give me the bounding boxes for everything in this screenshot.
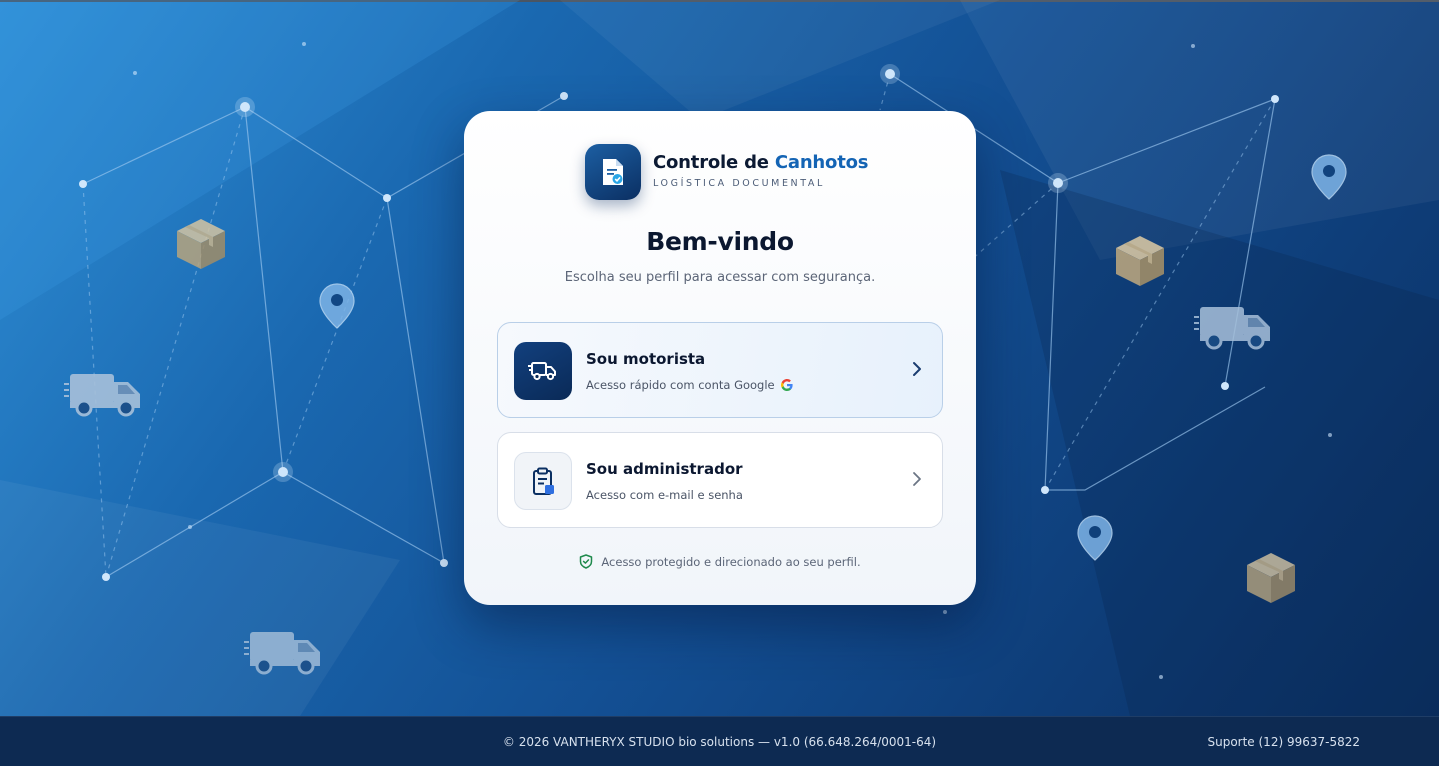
shield-check-icon [580,554,593,569]
security-note: Acesso protegido e direcionado ao seu pe… [464,554,976,569]
driver-option-description: Acesso rápido com conta Google [586,378,793,392]
chevron-right-icon [913,472,921,486]
security-note-text: Acesso protegido e direcionado ao seu pe… [601,555,861,569]
driver-login-button[interactable]: Sou motorista Acesso rápido com conta Go… [497,322,943,418]
app-logo [585,144,641,200]
app-title-accent: Canhotos [774,152,869,173]
document-check-icon [603,159,623,185]
admin-option-title: Sou administrador [586,460,743,478]
clipboard-icon [533,467,554,495]
app-subtitle: LOGÍSTICA DOCUMENTAL [653,178,825,189]
login-card: Controle de Canhotos LOGÍSTICA DOCUMENTA… [464,111,976,605]
welcome-subtitle: Escolha seu perfil para acessar com segu… [564,270,876,285]
brand-header: Controle de Canhotos LOGÍSTICA DOCUMENTA… [585,144,875,200]
footer: © 2026 VANTHERYX STUDIO bio solutions — … [0,716,1439,766]
app-title: Controle de Canhotos [653,152,868,173]
driver-option-title: Sou motorista [586,350,706,368]
driver-option-description-text: Acesso rápido com conta Google [586,378,775,392]
driver-icon-box [514,342,572,400]
google-icon [780,379,793,391]
welcome-title: Bem-vindo [646,227,794,256]
footer-support-phone[interactable]: Suporte (12) 99637-5822 [1207,735,1360,749]
admin-option-description: Acesso com e-mail e senha [586,488,743,502]
app-title-main: Controle de [653,152,769,173]
truck-icon [528,362,556,381]
admin-login-button[interactable]: Sou administrador Acesso com e-mail e se… [497,432,943,528]
admin-icon-box [514,452,572,510]
chevron-right-icon [913,362,921,376]
